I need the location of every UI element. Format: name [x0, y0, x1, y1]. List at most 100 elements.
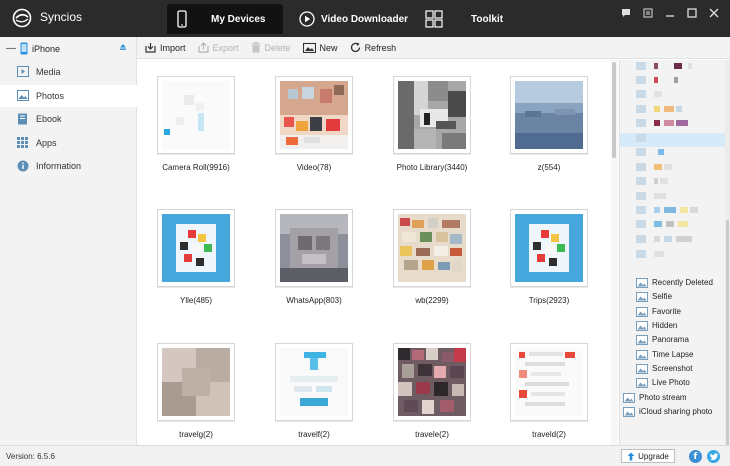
sidebar-item-photos[interactable]: Photos — [0, 85, 137, 107]
import-button[interactable]: Import — [145, 42, 186, 53]
album-list-scrollbar-thumb[interactable] — [726, 220, 729, 445]
album-thumbnail — [510, 343, 588, 421]
album-folder-icon — [636, 321, 648, 331]
toolbar: Import Export Delete New Refresh — [137, 37, 730, 59]
album-list-item-selfie[interactable]: Selfie — [620, 290, 730, 304]
album-list-item-live-photo[interactable]: Live Photo — [620, 376, 730, 390]
album-list-item-recently-deleted[interactable]: Recently Deleted — [620, 276, 730, 290]
apps-icon — [17, 137, 28, 148]
album-list-item-time-lapse[interactable]: Time Lapse — [620, 348, 730, 362]
device-name: iPhone — [32, 43, 61, 54]
album-folder-icon — [636, 378, 648, 388]
sidebar-item-label: Media — [36, 67, 61, 77]
twitter-icon[interactable] — [707, 450, 720, 463]
album-folder-icon — [636, 364, 648, 374]
album-list-item-screenshot[interactable]: Screenshot — [620, 362, 730, 376]
export-label: Export — [212, 42, 239, 53]
settings-icon[interactable] — [638, 6, 658, 20]
album-list-item-icloud-sharing[interactable]: iCloud sharing photo — [620, 405, 730, 419]
close-icon[interactable] — [704, 6, 724, 20]
upgrade-label: Upgrade — [638, 451, 669, 461]
album-folder-icon — [636, 350, 648, 360]
feedback-icon[interactable] — [616, 6, 636, 20]
toolkit-grid-icon — [425, 10, 443, 28]
album-list-label: iCloud sharing photo — [639, 407, 713, 416]
tab-label: Toolkit — [471, 13, 504, 25]
grid-scrollbar-thumb[interactable] — [612, 62, 616, 158]
album-list-label: Time Lapse — [652, 350, 694, 359]
refresh-button[interactable]: Refresh — [350, 42, 397, 53]
sidebar-item-media[interactable]: Media — [0, 61, 137, 83]
album-folder-icon — [636, 307, 648, 317]
album-thumbnail — [510, 209, 588, 287]
grid-scrollbar[interactable] — [611, 60, 618, 445]
maximize-icon[interactable] — [682, 6, 702, 20]
syncios-logo-icon — [12, 8, 32, 28]
album-list-item-photo-stream[interactable]: Photo stream — [620, 391, 730, 405]
album-folder-icon — [636, 292, 648, 302]
tab-video-downloader[interactable]: Video Downloader — [299, 4, 409, 34]
delete-button[interactable]: Delete — [251, 42, 291, 53]
app-title: Syncios — [40, 10, 83, 24]
album-list-item-favorite[interactable]: Favorite — [620, 305, 730, 319]
album-list-label: Selfie — [652, 292, 673, 301]
tab-toolkit[interactable]: Toolkit — [425, 4, 515, 34]
minimize-icon[interactable] — [660, 6, 680, 20]
trash-icon — [251, 42, 261, 53]
album-thumbnail — [275, 343, 353, 421]
refresh-label: Refresh — [364, 42, 397, 53]
sidebar-item-label: Ebook — [36, 114, 62, 124]
album-thumbnail — [393, 76, 471, 154]
info-icon — [17, 160, 29, 172]
album-list-scrollbar[interactable] — [725, 60, 730, 445]
album-thumbnail — [157, 209, 235, 287]
album-list-label: Recently Deleted — [652, 278, 713, 287]
album-label: z(554) — [537, 163, 561, 172]
album-folder-icon — [636, 335, 648, 345]
album-list-item-panorama[interactable]: Panorama — [620, 333, 730, 347]
cloud-album-icon — [623, 407, 635, 417]
album-thumbnail — [157, 76, 235, 154]
ebook-icon — [18, 113, 27, 125]
tab-my-devices[interactable]: My Devices — [167, 4, 283, 34]
album-list-label: Photo stream — [639, 393, 687, 402]
album-list-item-hidden[interactable]: Hidden — [620, 319, 730, 333]
phone-icon — [177, 10, 187, 28]
iphone-icon — [20, 42, 28, 55]
window-controls — [616, 6, 724, 20]
album-folder-icon — [636, 278, 648, 288]
album-label: traveld(2) — [532, 430, 566, 439]
version-text: Version: 6.5.6 — [6, 452, 55, 461]
import-label: Import — [160, 42, 186, 53]
new-button[interactable]: New — [302, 42, 338, 53]
blurred-album-rows — [620, 62, 726, 258]
sidebar-item-label: Information — [36, 161, 82, 171]
collapse-icon[interactable]: — — [6, 43, 16, 54]
export-button[interactable]: Export — [197, 42, 239, 53]
title-bar: Syncios My Devices Video Downloader Tool… — [0, 0, 730, 37]
eject-icon[interactable] — [119, 43, 127, 51]
sidebar-item-apps[interactable]: Apps — [0, 132, 137, 154]
album-list-label: Favorite — [652, 307, 681, 316]
tab-label: My Devices — [211, 13, 266, 25]
album-thumbnail — [393, 343, 471, 421]
album-label: Trips(2923) — [528, 296, 570, 305]
album-list-panel: Recently Deleted Selfie Favorite Hidden … — [619, 60, 730, 445]
refresh-icon — [350, 42, 360, 53]
album-thumbnail — [275, 76, 353, 154]
sidebar-item-information[interactable]: Information — [0, 155, 137, 177]
facebook-icon[interactable]: f — [689, 450, 702, 463]
import-icon — [145, 43, 156, 53]
upgrade-icon — [627, 452, 635, 460]
status-bar: Version: 6.5.6 Upgrade f — [0, 445, 730, 466]
album-thumbnail — [510, 76, 588, 154]
album-thumbnail — [157, 343, 235, 421]
upgrade-button[interactable]: Upgrade — [621, 449, 675, 463]
play-icon — [299, 11, 315, 27]
new-album-icon — [302, 42, 316, 53]
sidebar-item-label: Photos — [36, 91, 65, 101]
sidebar-item-ebook[interactable]: Ebook — [0, 108, 137, 130]
media-icon — [17, 66, 29, 77]
sidebar: — iPhone Media Photos Ebook Apps Informa… — [0, 37, 137, 445]
device-row[interactable]: — iPhone — [0, 40, 137, 57]
